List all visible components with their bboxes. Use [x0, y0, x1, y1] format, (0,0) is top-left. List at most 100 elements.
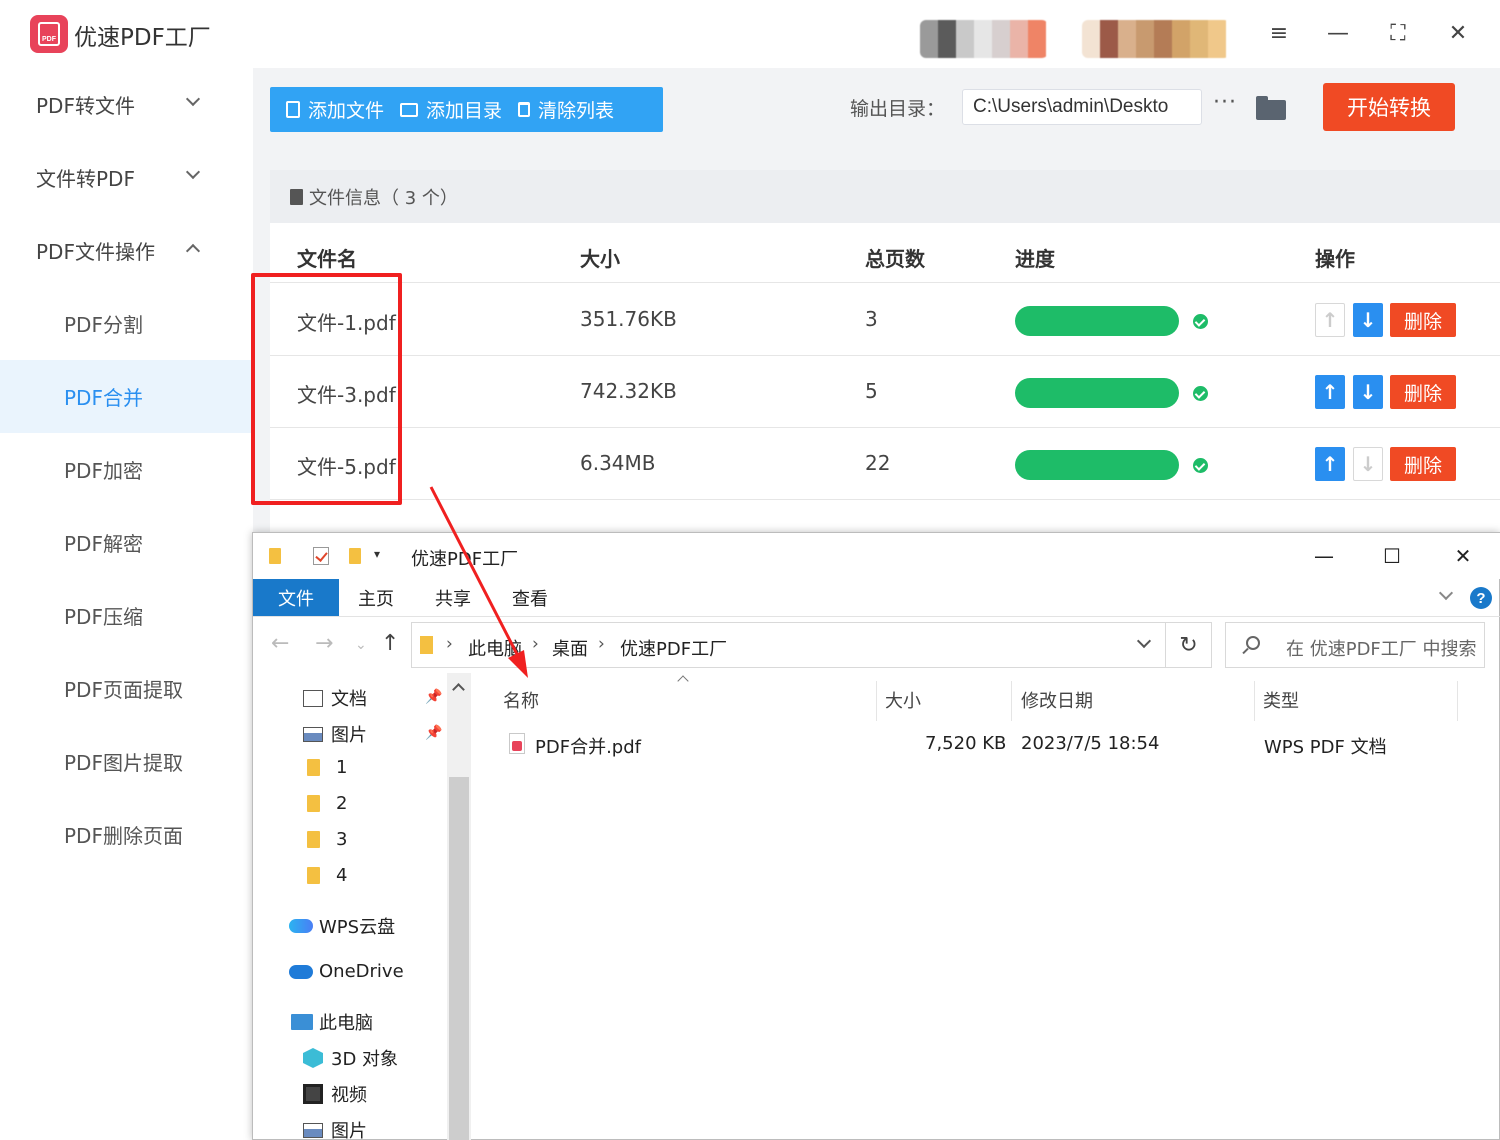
minimize-icon[interactable]: — [1304, 541, 1344, 571]
sidebar-item-pdf-image-extract[interactable]: PDF图片提取 [0, 725, 253, 798]
tree-item-folder-3[interactable]: 3 [307, 829, 347, 850]
chevron-down-icon[interactable] [1438, 585, 1454, 601]
clear-list-button[interactable]: 清除列表 [502, 87, 614, 132]
tree-item-documents[interactable]: 文档 [303, 685, 367, 711]
close-icon[interactable]: ✕ [1443, 541, 1483, 571]
tab-view[interactable]: 查看 [493, 579, 567, 616]
minimize-icon[interactable]: — [1321, 18, 1355, 48]
delete-button[interactable]: 删除 [1390, 447, 1456, 481]
add-directory-button[interactable]: 添加目录 [384, 87, 502, 132]
tree-item-this-pc[interactable]: 此电脑 [291, 1009, 373, 1035]
sidebar-group-label: PDF文件操作 [36, 239, 155, 264]
tree-item-folder-2[interactable]: 2 [307, 793, 347, 814]
move-down-button[interactable]: ↓ [1353, 447, 1383, 481]
folder-icon [269, 548, 281, 564]
help-icon[interactable]: ? [1470, 587, 1492, 609]
chevron-down-icon[interactable] [1136, 633, 1152, 649]
move-up-button[interactable]: ↑ [1315, 375, 1345, 409]
add-file-button[interactable]: 添加文件 [270, 87, 384, 132]
sidebar-group-file-to-pdf[interactable]: 文件转PDF [0, 141, 253, 213]
column-divider[interactable] [1254, 681, 1255, 721]
sidebar-group-pdf-to-file[interactable]: PDF转文件 [0, 68, 253, 140]
move-down-button[interactable]: ↓ [1353, 375, 1383, 409]
sidebar-item-pdf-delete-pages[interactable]: PDF删除页面 [0, 798, 253, 871]
fullscreen-icon[interactable]: ⛶ [1381, 18, 1415, 48]
tree-item-pc-pictures[interactable]: 图片 [303, 1117, 367, 1140]
sidebar-item-pdf-page-extract[interactable]: PDF页面提取 [0, 652, 253, 725]
move-down-button[interactable]: ↓ [1353, 303, 1383, 337]
sidebar-item-pdf-split[interactable]: PDF分割 [0, 287, 253, 360]
file-size: 742.32KB [580, 379, 677, 403]
progress-bar [1015, 306, 1179, 336]
breadcrumb-folder[interactable]: 优速PDF工厂 [620, 635, 727, 661]
refresh-icon[interactable]: ↻ [1166, 622, 1212, 668]
tab-share[interactable]: 共享 [415, 579, 491, 616]
open-folder-icon[interactable] [1256, 96, 1286, 120]
delete-button[interactable]: 删除 [1390, 303, 1456, 337]
tree-scrollbar[interactable] [447, 673, 471, 1140]
column-name[interactable]: 名称 [503, 687, 539, 713]
sidebar-item-pdf-merge[interactable]: PDF合并 [0, 360, 253, 433]
scroll-up-icon[interactable] [452, 683, 465, 696]
tree-item-wps-cloud[interactable]: WPS云盘 [289, 913, 395, 939]
tree-label: 文档 [331, 689, 367, 710]
breadcrumb-this-pc[interactable]: 此电脑 [468, 635, 522, 661]
address-bar[interactable]: › 此电脑 › 桌面 › 优速PDF工厂 [411, 622, 1166, 668]
move-up-button[interactable]: ↑ [1315, 447, 1345, 481]
tree-item-folder-4[interactable]: 4 [307, 865, 347, 886]
folder-icon [400, 102, 419, 117]
pin-icon[interactable]: 📌 [425, 689, 442, 705]
tree-label: 图片 [331, 1121, 367, 1140]
column-divider[interactable] [1457, 681, 1458, 721]
more-options-button[interactable]: ··· [1213, 90, 1237, 115]
column-modified[interactable]: 修改日期 [1021, 687, 1093, 713]
tree-item-3d-objects[interactable]: 3D 对象 [303, 1045, 398, 1071]
sidebar-item-pdf-decrypt[interactable]: PDF解密 [0, 506, 253, 579]
tab-file[interactable]: 文件 [253, 579, 339, 616]
maximize-icon[interactable]: ☐ [1372, 541, 1412, 571]
column-size[interactable]: 大小 [885, 687, 921, 713]
document-icon [290, 188, 303, 205]
breadcrumb-desktop[interactable]: 桌面 [552, 635, 588, 661]
forward-icon[interactable]: → [315, 631, 333, 656]
file-size: 351.76KB [580, 307, 677, 331]
sidebar-item-pdf-compress[interactable]: PDF压缩 [0, 579, 253, 652]
sidebar-item-pdf-encrypt[interactable]: PDF加密 [0, 433, 253, 506]
output-dir-input[interactable]: C:\Users\admin\Deskto [962, 89, 1202, 125]
folder-icon [307, 795, 320, 812]
up-icon[interactable]: ↑ [381, 631, 399, 656]
column-divider[interactable] [876, 681, 877, 721]
column-divider[interactable] [1011, 681, 1012, 721]
file-row[interactable]: PDF合并.pdf 7,520 KB 2023/7/5 18:54 WPS PD… [471, 729, 1500, 763]
tree-item-folder-1[interactable]: 1 [307, 757, 347, 778]
add-file-label: 添加文件 [308, 100, 385, 122]
sidebar-group-pdf-operations[interactable]: PDF文件操作 [0, 214, 253, 286]
column-size: 大小 [580, 247, 620, 271]
ribbon-tabs: 文件 主页 共享 查看 ? [253, 579, 1500, 617]
properties-icon[interactable] [313, 547, 329, 565]
file-size: 6.34MB [580, 451, 656, 475]
column-type[interactable]: 类型 [1263, 687, 1299, 713]
back-icon[interactable]: ← [271, 631, 289, 656]
pin-icon[interactable]: 📌 [425, 725, 442, 741]
toolbar: 添加文件 添加目录 清除列表 输出目录： C:\Users\admin\Desk… [253, 68, 1500, 152]
close-icon[interactable]: ✕ [1441, 18, 1475, 48]
search-input[interactable]: 在 优速PDF工厂 中搜索 [1225, 622, 1485, 668]
tree-item-pictures[interactable]: 图片 [303, 721, 367, 747]
hamburger-icon[interactable]: ≡ [1262, 18, 1296, 48]
tree-item-onedrive[interactable]: OneDrive [289, 961, 404, 982]
clear-list-label: 清除列表 [538, 100, 615, 122]
explorer-titlebar: ▾ 优速PDF工厂 — ☐ ✕ [253, 533, 1500, 579]
recent-dropdown-icon[interactable]: ⌄ [355, 637, 367, 653]
quick-access-dropdown-icon[interactable]: ▾ [374, 547, 380, 561]
new-folder-icon[interactable] [349, 548, 361, 564]
tab-home[interactable]: 主页 [339, 579, 413, 616]
tree-item-videos[interactable]: 视频 [303, 1081, 367, 1107]
sidebar-group-label: 文件转PDF [36, 166, 135, 191]
delete-button[interactable]: 删除 [1390, 375, 1456, 409]
move-up-button[interactable]: ↑ [1315, 303, 1345, 337]
scrollbar-thumb[interactable] [449, 777, 469, 1140]
column-filename: 文件名 [297, 247, 357, 271]
start-convert-button[interactable]: 开始转换 [1323, 83, 1455, 131]
blurred-user-avatar [920, 20, 1048, 58]
